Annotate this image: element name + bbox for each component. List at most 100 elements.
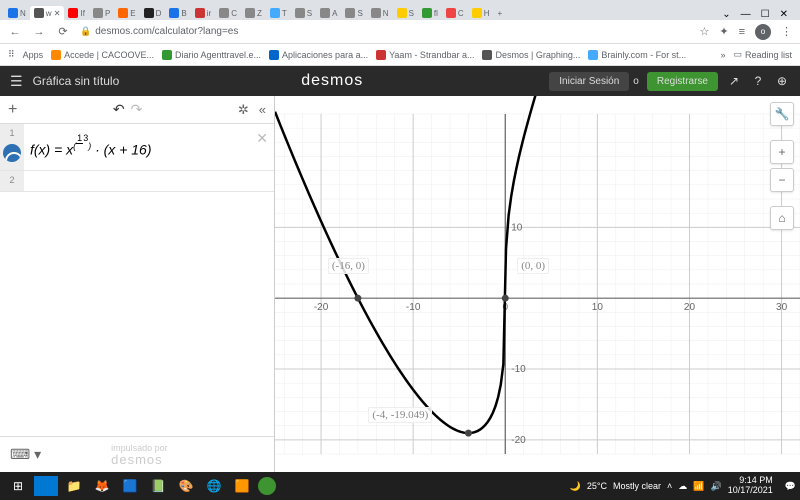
menu-icon[interactable]: ≡ <box>739 26 745 38</box>
hamburger-icon[interactable]: ☰ <box>10 73 23 90</box>
task-icon[interactable] <box>258 477 276 495</box>
kebab-icon[interactable]: ⋮ <box>781 25 792 38</box>
bookmark-item[interactable]: Brainly.com - For st... <box>588 50 686 60</box>
notifications-icon[interactable]: 💬 <box>785 481 796 492</box>
browser-tab[interactable]: A <box>316 6 341 20</box>
powered-by: impulsado por desmos <box>111 444 168 466</box>
app-header: ☰ Gráfica sin título desmos Iniciar Sesi… <box>0 66 800 96</box>
star-icon[interactable]: ☆ <box>699 25 709 38</box>
signup-button[interactable]: Registrarse <box>647 72 718 91</box>
expression-panel: + ↶ ↷ ✲ « 1 f(x) = x(13) · (x + 16) ✕ 2 … <box>0 96 275 472</box>
graph-canvas[interactable]: -20-100102030-20-1010 🔧 + − ⌂ (-16, 0)(0… <box>275 96 800 472</box>
extensions-icon[interactable]: ✦ <box>719 25 728 38</box>
back-button[interactable]: ← <box>8 26 22 38</box>
lock-icon: 🔒 <box>80 26 91 37</box>
maximize-icon[interactable]: ☐ <box>761 9 770 20</box>
bookmark-item[interactable]: Diario Agenttravel.e... <box>162 50 261 60</box>
browser-tab[interactable]: C <box>215 6 241 20</box>
browser-tab[interactable]: N <box>367 6 393 20</box>
redo-button[interactable]: ↷ <box>131 101 143 118</box>
browser-tab[interactable]: P <box>89 6 114 20</box>
forward-button[interactable]: → <box>32 26 46 38</box>
share-icon[interactable]: ↗ <box>726 74 742 88</box>
svg-text:-10: -10 <box>511 364 526 375</box>
weather-temp: 25°C <box>587 481 607 491</box>
browser-tab[interactable]: C <box>442 6 468 20</box>
bookmark-item[interactable]: Accede | CACOOVE... <box>51 50 154 60</box>
settings-icon[interactable]: ✲ <box>238 102 249 118</box>
point-label: (0, 0) <box>517 258 549 274</box>
browser-tab[interactable]: B <box>165 6 190 20</box>
reading-list-button[interactable]: ▭Reading list <box>733 49 792 60</box>
close-icon[interactable]: ✕ <box>780 9 788 20</box>
browser-tab[interactable]: S <box>291 6 316 20</box>
panel-toolbar: + ↶ ↷ ✲ « <box>0 96 274 124</box>
bookmark-item[interactable]: Aplicaciones para a... <box>269 50 368 60</box>
browser-tab[interactable]: S <box>341 6 366 20</box>
task-icon[interactable]: 🌐 <box>202 476 226 496</box>
desmos-logo: desmos <box>119 72 545 90</box>
browser-tab[interactable]: H <box>468 6 494 20</box>
browser-tab[interactable]: N <box>4 6 30 20</box>
svg-text:20: 20 <box>684 302 696 313</box>
add-expression-button[interactable]: + <box>8 101 17 119</box>
zoom-out-button[interactable]: − <box>770 168 794 192</box>
task-icon[interactable]: 📁 <box>62 476 86 496</box>
reload-button[interactable]: ⟳ <box>56 25 70 38</box>
profile-avatar[interactable]: o <box>755 24 771 40</box>
new-tab-button[interactable]: + <box>493 7 506 20</box>
onedrive-icon[interactable]: ☁ <box>678 481 687 492</box>
browser-toolbar: ← → ⟳ 🔒 desmos.com/calculator?lang=es ☆ … <box>0 20 800 44</box>
wifi-icon[interactable]: 📶 <box>693 481 704 492</box>
task-icon[interactable]: 🟦 <box>118 476 142 496</box>
expression-input[interactable]: f(x) = x(13) · (x + 16) <box>24 124 274 170</box>
bookmark-item[interactable]: Yaam - Strandbar a... <box>376 50 474 60</box>
globe-icon[interactable]: ⊕ <box>774 74 790 88</box>
browser-tab[interactable]: If <box>64 6 88 20</box>
zoom-in-button[interactable]: + <box>770 140 794 164</box>
weather-text: Mostly clear <box>613 481 661 491</box>
browser-tab[interactable]: S <box>393 6 418 20</box>
address-bar[interactable]: 🔒 desmos.com/calculator?lang=es <box>80 26 689 37</box>
chevron-down-icon[interactable]: ⌄ <box>722 9 730 20</box>
keyboard-icon[interactable]: ⌨ ▾ <box>10 446 41 463</box>
wrench-icon[interactable]: 🔧 <box>770 102 794 126</box>
graph-title[interactable]: Gráfica sin título <box>33 74 120 88</box>
apps-label[interactable]: Apps <box>23 50 44 60</box>
expression-row-empty[interactable]: 2 <box>0 171 274 192</box>
weather-icon[interactable]: 🌙 <box>570 481 581 492</box>
browser-tab[interactable]: E <box>114 6 139 20</box>
login-button[interactable]: Iniciar Sesión <box>549 72 629 91</box>
start-button[interactable]: ⊞ <box>6 476 30 496</box>
task-icon[interactable]: 🎨 <box>174 476 198 496</box>
browser-tab-active[interactable]: w ✕ <box>30 6 65 20</box>
task-icon[interactable]: 🟧 <box>230 476 254 496</box>
collapse-panel-button[interactable]: « <box>259 102 266 117</box>
bookmark-item[interactable]: Desmos | Graphing... <box>482 50 580 60</box>
browser-tab[interactable]: fl <box>418 6 442 20</box>
task-icon[interactable]: 📗 <box>146 476 170 496</box>
expression-color-icon[interactable] <box>3 144 21 162</box>
volume-icon[interactable]: 🔊 <box>711 481 722 492</box>
task-icon[interactable] <box>34 476 58 496</box>
bookmarks-bar: ⠿ Apps Accede | CACOOVE... Diario Agentt… <box>0 44 800 66</box>
tray-chevron-icon[interactable]: ˄ <box>667 481 672 491</box>
browser-tab[interactable]: D <box>140 6 166 20</box>
help-icon[interactable]: ? <box>750 74 766 88</box>
apps-icon[interactable]: ⠿ <box>8 49 15 60</box>
bookmark-overflow[interactable]: » <box>720 50 725 60</box>
task-icon[interactable]: 🦊 <box>90 476 114 496</box>
point-label: (-16, 0) <box>328 258 369 274</box>
expression-row[interactable]: 1 f(x) = x(13) · (x + 16) ✕ <box>0 124 274 171</box>
minimize-icon[interactable]: — <box>741 9 751 20</box>
delete-expression-icon[interactable]: ✕ <box>256 130 268 147</box>
browser-tab[interactable]: ir <box>191 6 215 20</box>
url-text: desmos.com/calculator?lang=es <box>95 26 238 37</box>
browser-tab[interactable]: Z <box>241 6 266 20</box>
expression-index: 2 <box>9 175 14 185</box>
browser-tab[interactable]: T <box>266 6 291 20</box>
undo-button[interactable]: ↶ <box>113 101 125 118</box>
windows-taskbar: ⊞ 📁 🦊 🟦 📗 🎨 🌐 🟧 🌙 25°C Mostly clear ˄ ☁ … <box>0 472 800 500</box>
system-clock[interactable]: 9:14 PM 10/17/2021 <box>728 476 779 496</box>
home-button[interactable]: ⌂ <box>770 206 794 230</box>
